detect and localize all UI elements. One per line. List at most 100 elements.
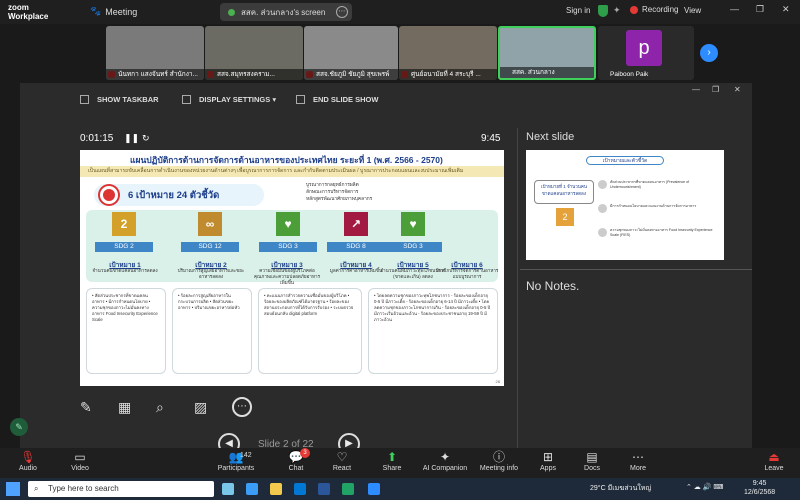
next-slide-thumbnail[interactable]: เป้าหมายและตัวชี้วัด เป้าหมายที่ 1 จำนวน…: [526, 150, 724, 260]
end-slide-show-button[interactable]: END SLIDE SHOW: [296, 95, 378, 104]
show-taskbar-button[interactable]: SHOW TASKBAR: [80, 95, 159, 104]
view-menu-button[interactable]: View: [684, 6, 701, 15]
chat-button[interactable]: 💬 3 Chat: [276, 448, 316, 478]
all-slides-icon[interactable]: ▦: [118, 399, 131, 416]
next-slide-pill: เป้าหมายและตัวชี้วัด: [586, 156, 664, 165]
apps-button[interactable]: ⊞ Apps: [528, 448, 568, 478]
muted-mic-icon: 🎙: [20, 450, 36, 464]
display-icon: [182, 95, 191, 104]
bullet-icon: [598, 228, 607, 237]
more-icon: ⋯: [632, 450, 644, 464]
participant-tile[interactable]: p Paiboon Paik: [598, 26, 694, 80]
participant-tile-active-speaker[interactable]: สสค. ส่วนกลาง: [498, 26, 596, 80]
leave-icon: ⏏: [768, 450, 780, 464]
meeting-controls: 🎙 Audio ▭ Video 👥 142 Participants 💬 3 Chat ♡ R…: [0, 448, 800, 478]
pause-icon[interactable]: ❚❚: [124, 133, 139, 144]
system-tray-icons[interactable]: ⌃ ☁ 🔊 ⌨: [686, 483, 724, 491]
goal-desc: ความเชื่อมั่นของผู้บริโภคต่อคุณภาพและควา…: [253, 268, 321, 285]
current-time: 9:45: [481, 133, 501, 144]
participant-tile[interactable]: ศูนย์อนามัยที่ 4 สระบุรี ...: [399, 26, 497, 80]
audio-button[interactable]: 🎙 Audio: [8, 448, 48, 478]
target-icon: [100, 186, 118, 204]
sdg-label: SDG 3: [384, 242, 442, 252]
meeting-label: 🐾 Meeting: [90, 6, 138, 17]
windows-taskbar: Type here to search 29°C มีเมฆส่วนใหญ่ ⌃…: [0, 478, 800, 500]
weather-widget[interactable]: 29°C มีเมฆส่วนใหญ่: [590, 483, 651, 494]
sdg-label: SDG 3: [259, 242, 317, 252]
participant-tile[interactable]: สสจ.สมุทรสงคราม...: [205, 26, 303, 80]
elapsed-timer: 0:01:15: [80, 133, 114, 144]
share-status-icon: [228, 8, 235, 16]
taskbar-search-input[interactable]: Type here to search: [28, 481, 214, 497]
chevron-right-icon[interactable]: ›: [700, 44, 718, 62]
participant-strip: นันทกา แสงจันทร์ สำนักงา... สสจ.สมุทรสงค…: [0, 24, 800, 82]
signin-button[interactable]: Sign in: [566, 6, 590, 15]
line-icon[interactable]: [342, 483, 354, 495]
windows-start-icon[interactable]: [6, 482, 20, 496]
more-options-icon[interactable]: ⋯: [232, 397, 252, 417]
close-icon[interactable]: ✕: [734, 85, 741, 94]
sdg-icon: 2: [112, 212, 136, 236]
display-settings-button[interactable]: DISPLAY SETTINGS ▾: [182, 95, 276, 104]
participant-tile[interactable]: สสจ.ชัยภูมิ ชัยภูมิ สุขเพรพ์: [304, 26, 398, 80]
sdg-icon: ♥: [276, 212, 300, 236]
black-screen-icon[interactable]: ▨: [194, 399, 207, 416]
sdg-icon: ∞: [198, 212, 222, 236]
word-icon[interactable]: [318, 483, 330, 495]
meeting-info-button[interactable]: ⓘ Meeting info: [478, 448, 520, 478]
leave-button[interactable]: ⏏ Leave: [754, 448, 794, 478]
slide-page-number: 28: [495, 379, 500, 384]
react-button[interactable]: ♡ React: [322, 448, 362, 478]
react-icon: ♡: [336, 450, 348, 464]
reset-timer-icon[interactable]: ↻: [142, 133, 150, 144]
speaker-notes: No Notes.: [526, 279, 580, 293]
share-button[interactable]: ⬆ Share: [372, 448, 412, 478]
edge-icon[interactable]: [246, 483, 258, 495]
edit-icon[interactable]: ✎: [10, 418, 28, 436]
bullet-icon: [598, 180, 607, 189]
recording-indicator[interactable]: Recording: [630, 5, 678, 14]
presenter-view: SHOW TASKBAR DISPLAY SETTINGS ▾ END SLID…: [20, 83, 752, 455]
video-button[interactable]: ▭ Video: [60, 448, 100, 478]
pen-icon[interactable]: ✎: [80, 399, 92, 416]
security-shield-icon[interactable]: [598, 5, 608, 17]
sdg-icon: ♥: [401, 212, 425, 236]
screen-share-pill[interactable]: สสค. ส่วนกลาง's screen ⋯: [220, 3, 352, 21]
slide-title: แผนปฏิบัติการด้านการจัดการด้านอาหารของปร…: [130, 155, 443, 165]
participant-tile[interactable]: นันทกา แสงจันทร์ สำนักงา...: [106, 26, 204, 80]
record-dot-icon: [630, 5, 638, 14]
end-show-icon: [296, 95, 305, 104]
restore-icon[interactable]: ❐: [712, 85, 719, 94]
file-explorer-icon[interactable]: [270, 483, 282, 495]
indicator-box: • โดยลดความชุกของภาวะทุพโภชนาการ - ร้อยล…: [368, 288, 498, 374]
maximize-icon[interactable]: ❐: [756, 4, 764, 15]
participants-button[interactable]: 👥 142 Participants: [214, 448, 258, 478]
sdg-label: SDG 2: [95, 242, 153, 252]
chat-icon: 💬: [288, 450, 304, 464]
next-slide-row: สัดส่วนประชากรที่ขาดแคลนอาหาร (Prevalenc…: [610, 180, 690, 189]
sparkle-icon[interactable]: ✦: [613, 5, 621, 16]
close-icon[interactable]: ✕: [782, 4, 790, 15]
zoom-taskbar-icon[interactable]: [368, 483, 380, 495]
docs-button[interactable]: ▤ Docs: [572, 448, 612, 478]
more-options-icon[interactable]: ⋯: [336, 6, 348, 18]
taskbar-clock[interactable]: 9:45 12/6/2568: [744, 479, 775, 497]
zoom-slide-icon[interactable]: ⌕: [156, 399, 164, 416]
current-slide[interactable]: แผนปฏิบัติการด้านการจัดการด้านอาหารของปร…: [80, 150, 504, 386]
task-view-icon[interactable]: [222, 483, 234, 495]
goal-desc: ปริมาณการสูญเสียอาหารและขยะอาหารลดลง: [177, 268, 245, 279]
minimize-icon[interactable]: —: [692, 85, 700, 94]
next-slide-goal: เป้าหมายที่ 1 จำนวนคนขาดแคลนอาหารลดลง: [534, 180, 594, 204]
app-title-bar: zoom Workplace 🐾 Meeting สสค. ส่วนกลาง's …: [0, 0, 800, 24]
more-button[interactable]: ⋯ More: [618, 448, 658, 478]
indicator-box: • ร้อยละการสูญเสียอาหารในกระบวนการผลิต •…: [172, 288, 252, 374]
slide-subtitle: เป็นแผนที่สามารถขับเคลื่อนการดำเนินงานขอ…: [80, 166, 504, 177]
minimize-icon[interactable]: —: [730, 4, 739, 14]
ai-companion-button[interactable]: ✦ AI Companion: [422, 448, 468, 478]
apps-icon: ⊞: [542, 450, 554, 464]
mail-icon[interactable]: [294, 483, 306, 495]
pane-divider[interactable]: [517, 128, 518, 448]
next-slide-row: ความชุกของภาวะไม่มั่นคงทางอาหาร Food Ins…: [610, 228, 713, 237]
next-slide-label: Next slide: [526, 131, 575, 143]
sdg-icon: 2: [556, 208, 574, 226]
